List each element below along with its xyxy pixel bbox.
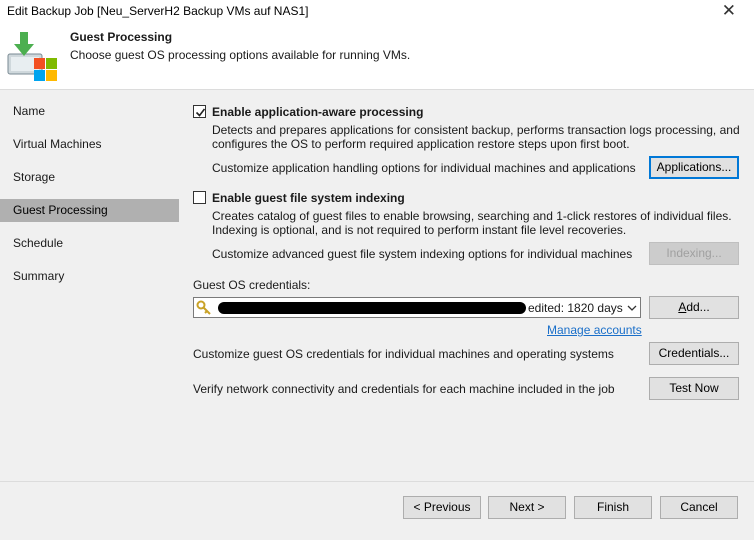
indexing-description-line1: Creates catalog of guest files to enable… bbox=[212, 209, 732, 223]
sidebar-item-summary[interactable]: Summary bbox=[0, 265, 179, 288]
guest-os-credentials-select[interactable]: edited: 1820 days bbox=[193, 297, 641, 318]
guest-processing-panel: Enable application-aware processing Dete… bbox=[180, 91, 754, 480]
redacted-credential-name bbox=[218, 302, 526, 314]
sidebar-item-name[interactable]: Name bbox=[0, 100, 179, 123]
key-icon bbox=[196, 300, 211, 315]
credentials-button[interactable]: Credentials... bbox=[649, 342, 739, 365]
wizard-header: Guest Processing Choose guest OS process… bbox=[0, 24, 754, 90]
sidebar-item-storage[interactable]: Storage bbox=[0, 166, 179, 189]
app-aware-label[interactable]: Enable application-aware processing bbox=[212, 105, 423, 120]
backup-job-wizard-icon bbox=[7, 32, 57, 81]
close-icon[interactable]: ✕ bbox=[722, 0, 736, 22]
page-subtitle: Choose guest OS processing options avail… bbox=[70, 48, 411, 62]
test-now-button[interactable]: Test Now bbox=[649, 377, 739, 400]
next-button[interactable]: Next > bbox=[488, 496, 566, 519]
app-aware-customize-text: Customize application handling options f… bbox=[212, 161, 636, 175]
credentials-customize-text: Customize guest OS credentials for indiv… bbox=[193, 347, 614, 361]
add-credentials-button[interactable]: Add... bbox=[649, 296, 739, 319]
cancel-button[interactable]: Cancel bbox=[660, 496, 738, 519]
indexing-description-line2: Indexing is optional, and is not require… bbox=[212, 223, 627, 237]
indexing-label[interactable]: Enable guest file system indexing bbox=[212, 191, 405, 206]
manage-accounts-link[interactable]: Manage accounts bbox=[547, 323, 642, 337]
add-button-label-rest: dd... bbox=[686, 300, 710, 314]
previous-button[interactable]: < Previous bbox=[403, 496, 481, 519]
indexing-checkbox[interactable] bbox=[193, 191, 206, 204]
guest-os-credentials-label: Guest OS credentials: bbox=[193, 278, 311, 292]
app-aware-checkbox[interactable] bbox=[193, 105, 206, 118]
verify-text: Verify network connectivity and credenti… bbox=[193, 382, 615, 396]
page-title: Guest Processing bbox=[70, 30, 173, 44]
window-titlebar: Edit Backup Job [Neu_ServerH2 Backup VMs… bbox=[0, 0, 754, 24]
applications-button[interactable]: Applications... bbox=[649, 156, 739, 179]
indexing-button[interactable]: Indexing... bbox=[649, 242, 739, 265]
sidebar-item-schedule[interactable]: Schedule bbox=[0, 232, 179, 255]
sidebar-item-guest-processing[interactable]: Guest Processing bbox=[0, 199, 179, 222]
wizard-steps-sidebar: Name Virtual Machines Storage Guest Proc… bbox=[0, 91, 179, 480]
app-aware-description-line2: configures the OS to perform required ap… bbox=[212, 137, 630, 151]
wizard-footer: < Previous Next > Finish Cancel bbox=[0, 481, 754, 540]
window-title: Edit Backup Job [Neu_ServerH2 Backup VMs… bbox=[7, 4, 309, 18]
indexing-customize-text: Customize advanced guest file system ind… bbox=[212, 247, 633, 261]
credentials-selected-value: edited: 1820 days bbox=[528, 301, 623, 315]
checkmark-icon bbox=[195, 108, 206, 117]
chevron-down-icon bbox=[627, 305, 637, 311]
app-aware-description-line1: Detects and prepares applications for co… bbox=[212, 123, 740, 137]
sidebar-item-virtual-machines[interactable]: Virtual Machines bbox=[0, 133, 179, 156]
finish-button[interactable]: Finish bbox=[574, 496, 652, 519]
